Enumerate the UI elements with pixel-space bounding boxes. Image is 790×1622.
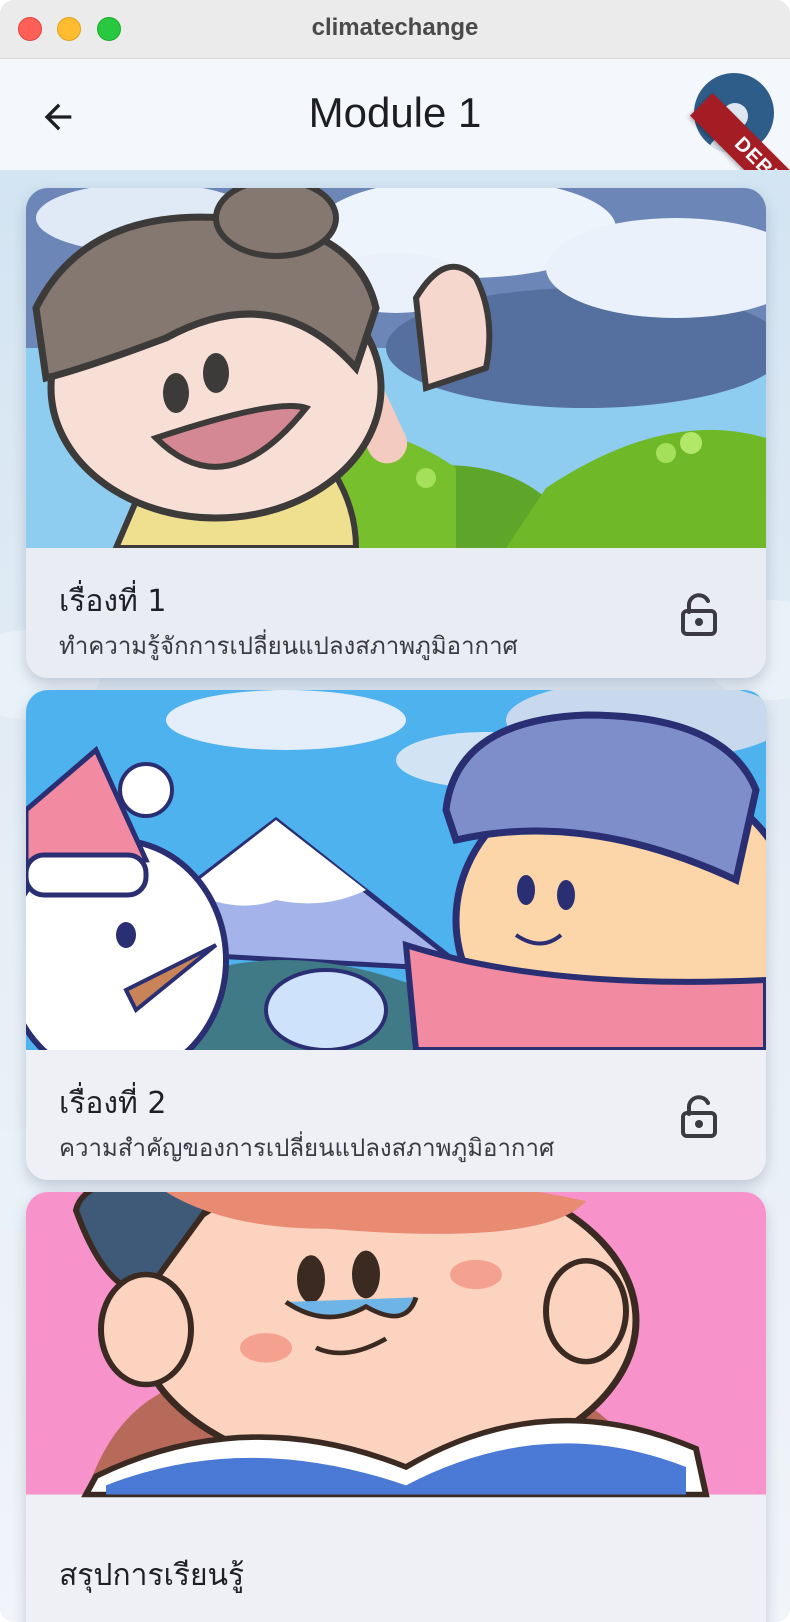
boy-snowman-mountain-illustration [26, 690, 766, 1050]
lesson-card-info: เรื่องที่ 1 ทำความรู้จักการเปลี่ยนแปลงสภ… [26, 548, 766, 678]
lesson-card-info: สรุปการเรียนรู้ [26, 1522, 766, 1622]
lesson-card-summary[interactable]: สรุปการเรียนรู้ [26, 1192, 766, 1622]
lesson-title: สรุปการเรียนรู้ [59, 1558, 245, 1593]
lesson-card-1[interactable]: เรื่องที่ 1 ทำความรู้จักการเปลี่ยนแปลงสภ… [26, 188, 766, 678]
unlock-icon [681, 593, 717, 636]
title-bar: climatechange [0, 0, 790, 59]
module-content[interactable]: เรื่องที่ 1 ทำความรู้จักการเปลี่ยนแปลงสภ… [0, 170, 790, 1622]
boy-reading-book-illustration [26, 1192, 766, 1498]
lesson-subtitle: ทำความรู้จักการเปลี่ยนแปลงสภาพภูมิอากาศ [59, 632, 518, 660]
window-title: climatechange [311, 14, 479, 41]
lesson-card-info: เรื่องที่ 2 ความสำคัญของการเปลี่ยนแปลงสภ… [26, 1050, 766, 1180]
lesson-title: เรื่องที่ 1 [59, 584, 167, 619]
lesson-title: เรื่องที่ 2 [59, 1086, 167, 1121]
app-bar: Module 1 DEBUG [0, 59, 790, 243]
lesson-subtitle: ความสำคัญของการเปลี่ยนแปลงสภาพภูมิอากาศ [59, 1134, 555, 1162]
girl-waving-hills-illustration [26, 188, 766, 548]
app-window: climatechange Module 1 DEBUG เรื่องที่ 1… [0, 0, 790, 1622]
lesson-card-2[interactable]: เรื่องที่ 2 ความสำคัญของการเปลี่ยนแปลงสภ… [26, 690, 766, 1180]
page-title: Module 1 [308, 89, 482, 136]
unlock-icon [681, 1095, 717, 1138]
